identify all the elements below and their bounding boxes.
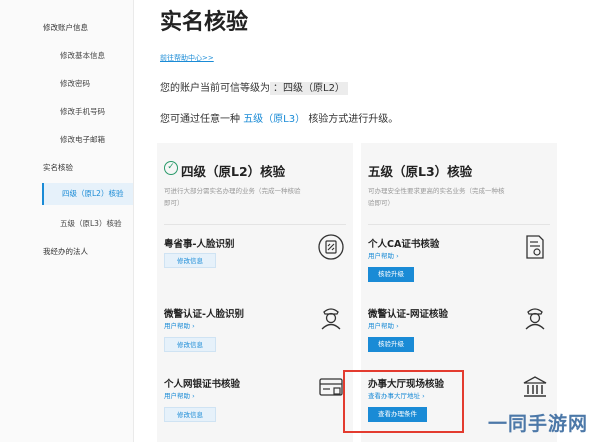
level4-panel: ✓ 四级（原L2）核验 可进行大部分需实名办理的业务（完成一种核验即可） 粤省事… — [157, 143, 353, 442]
main-content: 实名核验 前往帮助中心>> 您的账户当前可信等级为 ：四级（原L2） 您可通过任意… — [133, 0, 594, 442]
level4-title: 四级（原L2）核验 — [181, 164, 286, 179]
level5-desc: 可办理安全性要求更高的实名业务（完成一种核验即可） — [368, 187, 505, 207]
highlight-annotation — [343, 370, 464, 433]
user-help-link[interactable]: 用户帮助 › — [368, 320, 399, 330]
police-officer-icon — [321, 308, 341, 330]
check-circle-icon: ✓ — [164, 161, 178, 175]
modify-info-button[interactable]: 修改信息 — [164, 253, 216, 268]
upgrade-hint-suffix: 核验方式进行升级。 — [308, 114, 399, 125]
method-name: 个人CA证书核验 — [368, 239, 440, 250]
trust-level-prefix: 您的账户当前可信等级为 — [160, 83, 270, 94]
sidebar: 修改账户信息 修改基本信息 修改密码 修改手机号码 修改电子邮箱 实名核验 四级… — [0, 0, 134, 442]
user-help-link[interactable]: 用户帮助 › — [368, 250, 399, 260]
upgrade-hint-prefix: 您可通过任意一种 — [160, 114, 240, 125]
method-wechat-police-face: 微警认证-人脸识别 用户帮助 › 修改信息 — [164, 306, 344, 366]
certificate-icon — [526, 235, 544, 259]
method-name: 个人网银证书核验 — [164, 379, 241, 390]
government-building-icon — [523, 376, 547, 397]
modify-info-button[interactable]: 修改信息 — [164, 407, 216, 422]
sidebar-item-level4[interactable]: 四级（原L2）核验 — [42, 183, 133, 205]
divider — [164, 224, 346, 225]
method-yueshengshi: 粤省事-人脸识别 修改信息 — [164, 234, 344, 296]
method-name: 微警认证-人脸识别 — [164, 309, 244, 320]
modify-info-button[interactable]: 修改信息 — [164, 337, 216, 352]
method-wechat-police-id: 微警认证-网证核验 用户帮助 › 核验升级 — [368, 306, 548, 366]
level4-desc: 可进行大部分需实名办理的业务（完成一种核验即可） — [164, 187, 301, 207]
face-scan-icon — [318, 234, 344, 260]
method-personal-ca: 个人CA证书核验 用户帮助 › 核验升级 — [368, 235, 548, 296]
divider — [368, 224, 550, 225]
page-title: 实名核验 — [160, 10, 249, 35]
method-name: 微警认证-网证核验 — [368, 309, 448, 320]
verify-upgrade-button[interactable]: 核验升级 — [368, 337, 414, 352]
verify-upgrade-button[interactable]: 核验升级 — [368, 267, 414, 282]
upgrade-level-label: 五级（原L3） — [243, 114, 306, 125]
user-help-link[interactable]: 用户帮助 › — [164, 320, 195, 330]
watermark: 一同手游网 — [487, 413, 588, 435]
trust-level-text: 您的账户当前可信等级为 ：四级（原L2） — [160, 79, 348, 95]
method-name: 粤省事-人脸识别 — [164, 239, 235, 250]
user-help-link[interactable]: 用户帮助 › — [164, 390, 195, 400]
help-center-link[interactable]: 前往帮助中心>> — [160, 53, 214, 63]
method-bank-cert: 个人网银证书核验 用户帮助 › 修改信息 — [164, 376, 344, 436]
upgrade-hint-text: 您可通过任意一种 五级（原L3） 核验方式进行升级。 — [160, 110, 398, 125]
police-officer-icon — [525, 308, 545, 330]
level5-title: 五级（原L3）核验 — [368, 164, 473, 179]
trust-level-badge: ：四级（原L2） — [270, 82, 348, 95]
bank-card-icon — [319, 378, 343, 396]
